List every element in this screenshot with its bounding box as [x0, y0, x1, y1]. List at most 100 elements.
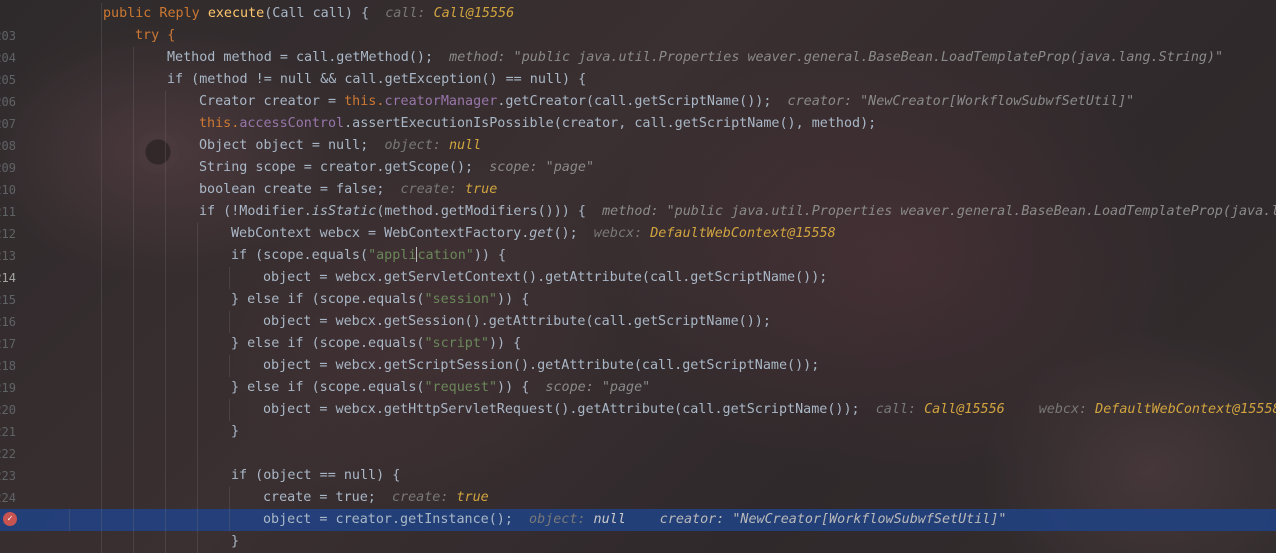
code-line-224[interactable]: 224 if (object == null) { — [0, 465, 1276, 505]
code-token: (Call call) { — [264, 6, 386, 21]
code-line-210[interactable]: 210 String scope = creator.getScope(); s… — [0, 157, 1276, 197]
indent-guide — [197, 399, 198, 421]
indent-guide — [133, 157, 134, 179]
code-line-214[interactable]: 214 if (scope.equals("application")) { — [0, 245, 1276, 285]
code-line-212[interactable]: 212 if (!Modifier.isStatic(method.getMod… — [0, 201, 1276, 241]
code-token: } else if (scope.equals( — [231, 380, 425, 395]
code-line-204[interactable]: 204 try { — [0, 25, 1276, 65]
string-token: "request" — [424, 380, 498, 395]
inline-debug-label: create: — [400, 182, 466, 197]
inline-debug-label: call: — [385, 6, 434, 21]
indent-guide — [133, 399, 134, 421]
code-text: } else if (scope.equals("script")) { — [231, 333, 521, 355]
code-text: if (object == null) { — [231, 465, 400, 487]
indent-guide — [133, 267, 134, 289]
code-line-227[interactable]: 227 } — [0, 531, 1276, 553]
code-line-225[interactable]: 225 create = true; create: true — [0, 487, 1276, 527]
indent-guide — [197, 443, 198, 465]
indent-guide — [197, 311, 198, 333]
code-token: (); — [553, 226, 594, 241]
code-line-222[interactable]: 222 } — [0, 421, 1276, 461]
code-line-205[interactable]: 205 Method method = call.getMethod(); me… — [0, 47, 1276, 87]
indent-guide — [197, 333, 198, 355]
code-line-221[interactable]: 221 object = webcx.getHttpServletRequest… — [0, 399, 1276, 439]
indent-guide — [101, 355, 102, 377]
indent-guide — [165, 223, 166, 245]
indent-guide — [133, 355, 134, 377]
code-line-215[interactable]: 215 object = webcx.getServletContext().g… — [0, 267, 1276, 307]
indent-guide — [101, 245, 102, 267]
indent-guide — [165, 311, 166, 333]
code-token: if (scope.equals( — [231, 248, 369, 263]
indent-guide — [101, 157, 102, 179]
code-token: boolean create = false; — [199, 182, 401, 197]
code-line-220[interactable]: 220 } else if (scope.equals("request")) … — [0, 377, 1276, 417]
indent-guide — [101, 509, 102, 531]
indent-guide — [165, 289, 166, 311]
inline-debug-value: DefaultWebContext@15558 — [650, 226, 836, 241]
code-line-213[interactable]: 213 WebContext webcx = WebContextFactory… — [0, 223, 1276, 263]
breakpoint-icon[interactable]: ✓ — [3, 512, 17, 526]
code-line-223[interactable]: 223 — [0, 443, 1276, 483]
code-line-217[interactable]: 217 object = webcx.getSession().getAttri… — [0, 311, 1276, 351]
code-line-203[interactable]: 203 public Reply execute(Call call) { ca… — [0, 3, 1276, 43]
static-method-token: isStatic — [311, 204, 377, 219]
code-token: Object object = null; — [199, 138, 385, 153]
code-token: .getCreator(call.getScriptName()); — [497, 94, 788, 109]
indent-guide — [133, 377, 134, 399]
indent-guide — [165, 443, 166, 465]
inline-debug-value: creator: "NewCreator[WorkflowSubwfSetUti… — [787, 94, 1135, 109]
code-token: )) { — [488, 336, 522, 351]
code-line-219[interactable]: 219 object = webcx.getScriptSession().ge… — [0, 355, 1276, 395]
code-token: (method.getModifiers())) { — [376, 204, 603, 219]
code-line-226-execution-point[interactable]: ✓ object = creator.getInstance(); object… — [0, 509, 1276, 531]
code-token: object = webcx.getServletContext().getAt… — [263, 270, 828, 285]
code-text: } else if (scope.equals("request")) { sc… — [231, 377, 650, 399]
indent-guide — [197, 487, 198, 509]
string-token: "session" — [424, 292, 498, 307]
code-editor[interactable]: 203 public Reply execute(Call call) { ca… — [0, 3, 1276, 553]
code-line-211[interactable]: 211 boolean create = false; create: true — [0, 179, 1276, 219]
indent-guide — [133, 421, 134, 443]
field-token: creatorManager — [384, 94, 498, 109]
code-token: } else if (scope.equals( — [231, 336, 425, 351]
keyword-token: try { — [135, 28, 176, 43]
inline-debug-label: webcx: — [593, 226, 651, 241]
code-token: )) { — [473, 248, 507, 263]
code-line-206[interactable]: 206 if (method != null && call.getExcept… — [0, 69, 1276, 109]
indent-guide — [101, 399, 102, 421]
code-line-209[interactable]: 209 Object object = null; object: null — [0, 135, 1276, 175]
code-text: object = webcx.getHttpServletRequest().g… — [263, 399, 1276, 421]
inline-debug-value: null — [593, 512, 626, 527]
code-token: if (object == null) { — [231, 468, 401, 483]
indent-guide — [133, 223, 134, 245]
indent-guide — [101, 333, 102, 355]
code-line-218[interactable]: 218 } else if (scope.equals("script")) { — [0, 333, 1276, 373]
code-line-216[interactable]: 216 } else if (scope.equals("session")) … — [0, 289, 1276, 329]
code-text: object = creator.getInstance(); object: … — [263, 509, 1006, 531]
code-line-207[interactable]: 207 Creator creator = this.creatorManage… — [0, 91, 1276, 131]
code-text: try { — [135, 25, 175, 47]
indent-guide — [165, 421, 166, 443]
code-token: } — [231, 534, 240, 549]
inline-debug-value: scope: "page" — [489, 160, 595, 175]
indent-guide — [133, 311, 134, 333]
code-token: object = creator.getInstance(); — [263, 512, 530, 527]
code-token: object = webcx.getSession().getAttribute… — [263, 314, 771, 329]
code-token: create = true; — [263, 490, 392, 505]
field-token: accessControl — [239, 116, 345, 131]
indent-guide — [165, 531, 166, 553]
indent-guide — [197, 421, 198, 443]
indent-guide — [229, 355, 230, 377]
code-token: Creator creator = — [199, 94, 345, 109]
indent-guide — [165, 113, 166, 135]
indent-guide — [133, 47, 134, 69]
code-text: this.accessControl.assertExecutionIsPoss… — [199, 113, 876, 135]
indent-guide — [101, 201, 102, 223]
indent-guide — [229, 267, 230, 289]
indent-guide — [101, 531, 102, 553]
indent-guide — [165, 245, 166, 267]
inline-debug-value: scope: "page" — [545, 380, 651, 395]
code-line-208[interactable]: 208 this.accessControl.assertExecutionIs… — [0, 113, 1276, 153]
indent-guide — [133, 91, 134, 113]
